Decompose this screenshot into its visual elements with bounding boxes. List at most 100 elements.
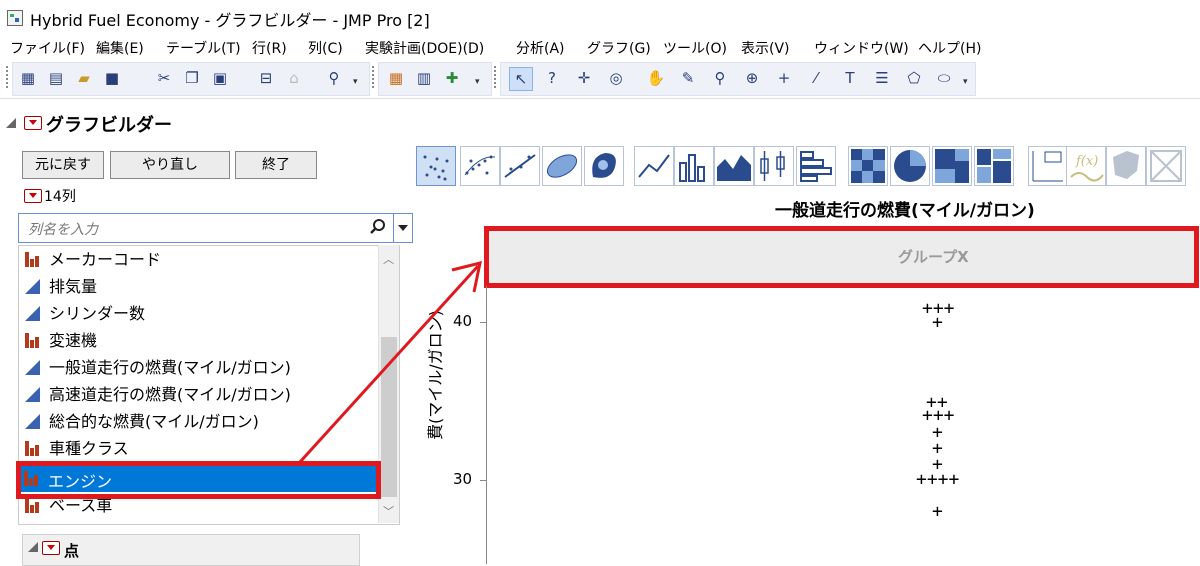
caption-box-icon[interactable] (1028, 146, 1068, 186)
lines-icon[interactable]: ☰ (871, 67, 893, 89)
polygon-icon[interactable]: ⬠ (903, 67, 925, 89)
distribution-icon[interactable]: ▥ (413, 67, 435, 89)
list-item[interactable]: シリンダー数 (19, 300, 379, 327)
menu-table[interactable]: テーブル(T) (166, 38, 241, 58)
new-script-icon[interactable]: ▤ (45, 67, 67, 89)
toolbar-group-tools: ↖ ? ✛ ◎ ✋ ✎ ⚲ ⊕ + ⁄ T ☰ ⬠ ⬭ ▾ (500, 62, 976, 96)
continuous-icon (25, 306, 40, 321)
column-menu-icon[interactable] (24, 189, 42, 203)
data-point[interactable]: + (932, 503, 943, 521)
plot-area[interactable] (486, 286, 1200, 564)
redo-button[interactable]: やり直し (110, 151, 230, 179)
y-tick-mark (480, 322, 486, 323)
data-point[interactable]: ++++ (916, 471, 959, 489)
line-of-fit-icon[interactable] (500, 146, 540, 186)
menu-file[interactable]: ファイル(F) (10, 38, 85, 58)
crosshair-icon[interactable]: ✛ (573, 67, 595, 89)
new-table-icon[interactable]: ▦ (17, 67, 39, 89)
list-item[interactable]: 排気量 (19, 273, 379, 300)
zoom-icon[interactable]: ⊕ (741, 67, 763, 89)
pie-icon[interactable] (890, 146, 930, 186)
toolbar-group-file: ▦ ▤ ▰ ■ ✂ ❐ ▣ ⊟ ⌂ ⚲ ▾ (12, 62, 370, 96)
search-dropdown-button[interactable] (393, 213, 413, 243)
hand-icon[interactable]: ✋ (645, 67, 667, 89)
open-icon[interactable]: ▰ (73, 67, 95, 89)
nominal-icon (25, 252, 41, 267)
points-icon[interactable] (416, 146, 456, 186)
done-button[interactable]: 終了 (235, 151, 317, 179)
red-triangle-menu-icon[interactable] (42, 541, 60, 555)
mosaic-icon[interactable] (974, 146, 1014, 186)
nominal-icon (25, 498, 41, 513)
toolbar-grip[interactable] (6, 66, 11, 88)
help-icon[interactable]: ? (541, 67, 563, 89)
lasso-icon[interactable]: ⚲ (709, 67, 731, 89)
disclosure-icon[interactable] (28, 542, 38, 552)
contour-icon[interactable] (584, 146, 624, 186)
toolbar-grip[interactable] (372, 66, 377, 88)
ellipse-icon[interactable] (542, 146, 582, 186)
search-icon[interactable]: ⚲ (323, 67, 345, 89)
app-icon (7, 10, 23, 26)
y-axis-label: 費(マイル/ガロン) (426, 310, 445, 440)
points-label: 点 (64, 542, 80, 560)
treemap-icon[interactable] (932, 146, 972, 186)
scroll-up-icon[interactable]: ︿ (383, 251, 394, 267)
copy-icon[interactable]: ❐ (181, 67, 203, 89)
data-grid-icon[interactable]: ▦ (385, 67, 407, 89)
ellipse-icon[interactable]: ⬭ (933, 67, 955, 89)
list-item[interactable]: 車種クラス (19, 435, 379, 462)
title-bar: Hybrid Fuel Economy - グラフビルダー - JMP Pro … (0, 0, 1200, 34)
y-tick-label: 40 (453, 312, 473, 330)
cut-icon[interactable]: ✂ (153, 67, 175, 89)
scroll-down-icon[interactable]: ﹀ (383, 503, 394, 519)
menu-edit[interactable]: 編集(E) (96, 38, 144, 58)
area-icon[interactable] (714, 146, 754, 186)
menu-tools[interactable]: ツール(O) (663, 38, 727, 58)
toolbar-dropdown-icon[interactable]: ▾ (353, 77, 358, 87)
toolbar-grip[interactable] (494, 66, 499, 88)
list-item[interactable]: 高速道走行の燃費(マイル/ガロン) (19, 381, 379, 408)
menu-doe[interactable]: 実験計画(DOE)(D) (365, 38, 484, 58)
highlight-box-selection (16, 461, 381, 499)
menu-window[interactable]: ウィンドウ(W) (814, 38, 909, 58)
disclosure-icon[interactable] (6, 118, 16, 128)
line-icon[interactable] (634, 146, 674, 186)
data-point[interactable]: + (932, 314, 943, 332)
menu-cols[interactable]: 列(C) (308, 38, 343, 58)
bar-icon[interactable] (674, 146, 714, 186)
red-triangle-menu-icon[interactable] (24, 116, 42, 130)
box-plot-icon[interactable] (754, 146, 794, 186)
menu-rows[interactable]: 行(R) (252, 38, 287, 58)
scroll-thumb[interactable] (381, 337, 397, 497)
list-item[interactable]: 総合的な燃費(マイル/ガロン) (19, 408, 379, 435)
save-icon[interactable]: ■ (101, 67, 123, 89)
paste-icon[interactable]: ▣ (209, 67, 231, 89)
search-icon[interactable] (369, 218, 387, 236)
list-item[interactable]: 一般道走行の燃費(マイル/ガロン) (19, 354, 379, 381)
column-search-input[interactable]: 列名を入力 (18, 213, 394, 243)
menu-view[interactable]: 表示(V) (741, 38, 790, 58)
svg-text:f(x): f(x) (1075, 154, 1098, 169)
menu-analyze[interactable]: 分析(A) (516, 38, 565, 58)
graph-title: 一般道走行の燃費(マイル/ガロン) (775, 201, 1035, 221)
plus-icon[interactable]: + (773, 67, 795, 89)
line-icon[interactable]: ⁄ (805, 67, 827, 89)
menu-help[interactable]: ヘルプ(H) (918, 38, 981, 58)
column-list-scrollbar[interactable]: ︿ ﹀ (378, 245, 399, 523)
menu-graph[interactable]: グラフ(G) (587, 38, 651, 58)
list-item[interactable]: メーカーコード (19, 246, 379, 273)
add-icon[interactable]: ✚ (441, 67, 463, 89)
brush-icon[interactable]: ✎ (677, 67, 699, 89)
text-icon[interactable]: T (839, 67, 861, 89)
target-icon[interactable]: ◎ (605, 67, 627, 89)
histogram-icon[interactable] (796, 146, 836, 186)
data-table-icon[interactable]: ⊟ (255, 67, 277, 89)
arrow-icon[interactable]: ↖ (509, 67, 533, 91)
undo-button[interactable]: 元に戻す (22, 151, 104, 179)
toolbar-dropdown-icon[interactable]: ▾ (475, 77, 480, 87)
toolbar-dropdown-icon[interactable]: ▾ (963, 77, 968, 87)
jitter-icon[interactable] (460, 146, 500, 186)
list-item[interactable]: 変速機 (19, 327, 379, 354)
heatmap-icon[interactable] (848, 146, 888, 186)
